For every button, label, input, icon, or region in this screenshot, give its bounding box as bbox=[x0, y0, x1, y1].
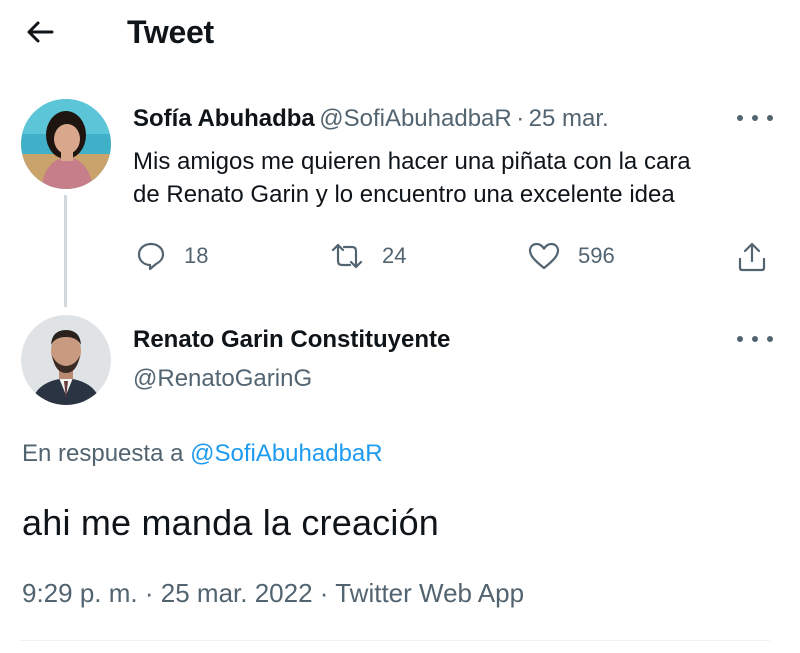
retweet-icon bbox=[331, 243, 363, 269]
main-tweet-text: ahi me manda la creación bbox=[22, 502, 440, 543]
reply-action[interactable]: 18 bbox=[136, 241, 208, 271]
like-count: 596 bbox=[578, 243, 615, 268]
tweet-timestamp: 9:29 p. m. · 25 mar. 2022 · Twitter Web … bbox=[22, 578, 524, 609]
reply-to-handle-link[interactable]: @SofiAbuhadbaR bbox=[190, 440, 383, 467]
back-button[interactable] bbox=[20, 12, 60, 52]
arrow-left-icon bbox=[27, 21, 54, 43]
share-icon bbox=[738, 242, 766, 272]
author-name[interactable]: Sofía Abuhadba bbox=[133, 105, 315, 132]
dot-icon bbox=[752, 115, 758, 121]
reply-context: En respuesta a @SofiAbuhadbaR bbox=[22, 440, 383, 468]
heart-icon bbox=[528, 242, 560, 270]
author-name[interactable]: Renato Garin Constituyente bbox=[133, 326, 450, 354]
dot-icon bbox=[737, 115, 743, 121]
tweet-full-date[interactable]: 25 mar. 2022 bbox=[161, 578, 313, 608]
dot-icon bbox=[767, 115, 773, 121]
like-action[interactable]: 596 bbox=[528, 241, 615, 271]
tweet-source-link[interactable]: Twitter Web App bbox=[335, 578, 524, 608]
dot-separator: · bbox=[319, 578, 329, 608]
parent-tweet-header: Sofía Abuhadba @SofiAbuhadbaR · 25 mar. bbox=[133, 105, 609, 133]
more-options-button[interactable] bbox=[737, 327, 773, 351]
dot-separator: · bbox=[516, 105, 525, 132]
parent-tweet-text: Mis amigos me quieren hacer una piñata c… bbox=[133, 145, 691, 211]
tweet-time[interactable]: 9:29 p. m. bbox=[22, 578, 138, 608]
tweet-text-line: Mis amigos me quieren hacer una piñata c… bbox=[133, 148, 691, 175]
more-options-button[interactable] bbox=[737, 106, 773, 130]
dot-separator: · bbox=[144, 578, 154, 608]
page-title: Tweet bbox=[127, 14, 214, 50]
author-handle[interactable]: @SofiAbuhadbaR bbox=[319, 105, 512, 132]
thread-connector bbox=[64, 195, 67, 307]
reply-count: 18 bbox=[184, 243, 209, 268]
reply-icon bbox=[137, 242, 165, 271]
avatar-photo-icon bbox=[21, 99, 111, 189]
avatar[interactable] bbox=[21, 99, 111, 189]
dot-icon bbox=[737, 336, 743, 342]
retweet-action[interactable]: 24 bbox=[330, 241, 406, 271]
tweet-text-line: de Renato Garin y lo encuentro una excel… bbox=[133, 181, 675, 208]
dot-icon bbox=[752, 336, 758, 342]
avatar[interactable] bbox=[21, 315, 111, 405]
author-handle[interactable]: @RenatoGarinG bbox=[133, 365, 312, 393]
reply-to-label: En respuesta a bbox=[22, 440, 184, 467]
dot-icon bbox=[767, 336, 773, 342]
avatar-photo-icon bbox=[21, 315, 111, 405]
tweet-date[interactable]: 25 mar. bbox=[529, 105, 609, 132]
divider bbox=[20, 640, 770, 641]
retweet-count: 24 bbox=[382, 243, 407, 268]
author-name-text: Renato Garin Constituyente bbox=[133, 326, 451, 353]
share-action[interactable] bbox=[736, 241, 768, 273]
